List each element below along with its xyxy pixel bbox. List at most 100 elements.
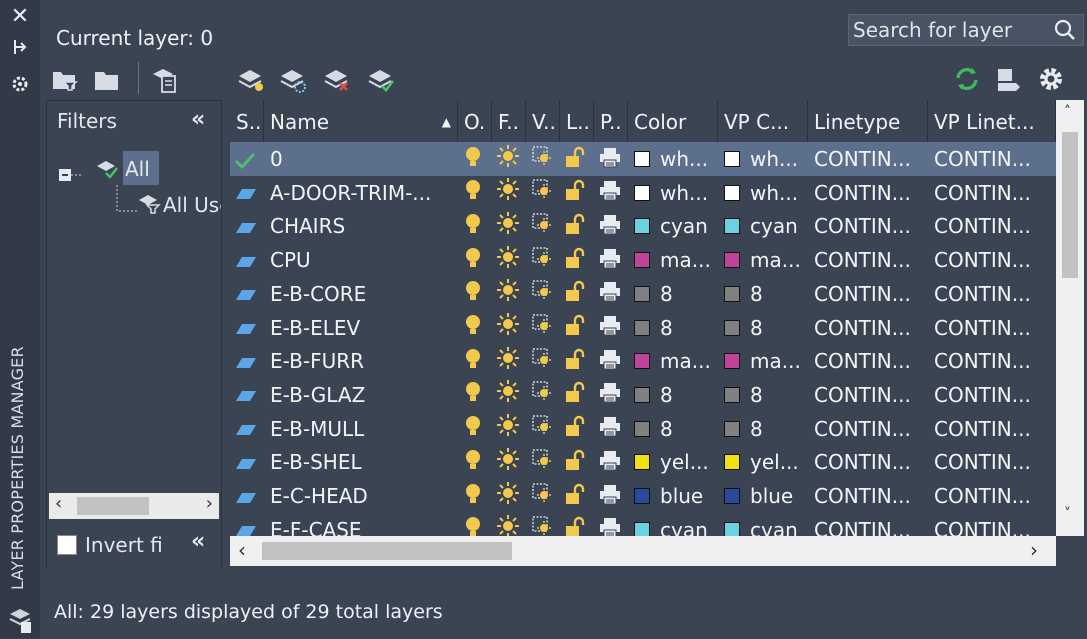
layer-freeze-toggle[interactable] [496, 311, 526, 345]
layer-vp-freeze-toggle[interactable] [530, 142, 560, 176]
layer-color[interactable]: wh... [634, 142, 718, 176]
set-current-icon[interactable] [366, 64, 396, 94]
layer-color[interactable]: cyan [634, 209, 718, 243]
layer-vp-freeze-toggle[interactable] [530, 445, 560, 479]
layer-linetype[interactable]: CONTIN... [814, 176, 928, 210]
layer-name[interactable]: 0 [270, 142, 456, 176]
layer-row[interactable]: E-B-CORE 8 8 CONTIN... CONTIN... [230, 277, 1056, 311]
new-layer-vp-frozen-icon[interactable] [278, 64, 308, 94]
layer-vp-color[interactable]: wh... [724, 176, 808, 210]
layer-freeze-toggle[interactable] [496, 412, 526, 446]
layer-linetype[interactable]: CONTIN... [814, 277, 928, 311]
col-vp-freeze[interactable]: V.. [526, 100, 560, 142]
layer-on-toggle[interactable] [464, 209, 494, 243]
layer-freeze-toggle[interactable] [496, 445, 526, 479]
layer-freeze-toggle[interactable] [496, 176, 526, 210]
layer-color[interactable]: ma... [634, 344, 718, 378]
layer-row[interactable]: CHAIRS cyan cyan CONTIN... CONTIN... [230, 209, 1056, 243]
layer-lock-toggle[interactable] [564, 412, 594, 446]
layer-name[interactable]: E-B-FURR [270, 344, 456, 378]
layer-color[interactable]: wh... [634, 176, 718, 210]
layer-name[interactable]: E-B-GLAZ [270, 378, 456, 412]
layer-row[interactable]: E-B-SHEL yel... yel... CONTIN... CONTIN... [230, 445, 1056, 479]
layer-on-toggle[interactable] [464, 243, 494, 277]
layer-vp-freeze-toggle[interactable] [530, 344, 560, 378]
layer-lock-toggle[interactable] [564, 176, 594, 210]
layer-row[interactable]: E-C-HEAD blue blue CONTIN... CONTIN... [230, 479, 1056, 513]
layer-lock-toggle[interactable] [564, 378, 594, 412]
layer-name[interactable]: E-C-HEAD [270, 479, 456, 513]
layer-plot-toggle[interactable] [598, 412, 628, 446]
col-vp-color[interactable]: VP C... [718, 100, 808, 142]
layers-horizontal-scrollbar[interactable]: ‹ › [230, 536, 1056, 566]
layer-row[interactable]: E-B-GLAZ 8 8 CONTIN... CONTIN... [230, 378, 1056, 412]
col-vp-linetype[interactable]: VP Linet... [928, 100, 1056, 142]
layer-row[interactable]: 0 wh... wh... CONTIN... CONTIN... [230, 142, 1056, 176]
layer-on-toggle[interactable] [464, 277, 494, 311]
layer-freeze-toggle[interactable] [496, 344, 526, 378]
search-input[interactable]: Search for layer [848, 14, 1084, 46]
layer-color[interactable]: ma... [634, 243, 718, 277]
layer-vp-linetype[interactable]: CONTIN... [934, 412, 1054, 446]
layer-color[interactable]: blue [634, 479, 718, 513]
tree-item-all[interactable]: All [123, 151, 159, 185]
layer-linetype[interactable]: CONTIN... [814, 243, 928, 277]
invert-filter-checkbox[interactable] [57, 535, 77, 555]
layer-lock-toggle[interactable] [564, 142, 594, 176]
layer-name[interactable]: E-B-MULL [270, 412, 456, 446]
layer-plot-toggle[interactable] [598, 243, 628, 277]
layer-vp-color[interactable]: yel... [724, 445, 808, 479]
vertical-scroll-thumb[interactable] [1062, 132, 1078, 278]
layer-on-toggle[interactable] [464, 311, 494, 345]
scroll-up-icon[interactable]: ˄ [1064, 104, 1071, 120]
layer-name[interactable]: CHAIRS [270, 209, 456, 243]
col-freeze[interactable]: F.. [492, 100, 526, 142]
col-plot[interactable]: P.. [594, 100, 628, 142]
grid-scroll-left-icon[interactable]: ‹ [238, 538, 246, 562]
layer-color[interactable]: 8 [634, 412, 718, 446]
layer-name[interactable]: E-B-ELEV [270, 311, 456, 345]
layer-row[interactable]: E-B-ELEV 8 8 CONTIN... CONTIN... [230, 311, 1056, 345]
layer-vp-linetype[interactable]: CONTIN... [934, 479, 1054, 513]
layer-plot-toggle[interactable] [598, 142, 628, 176]
layer-vp-linetype[interactable]: CONTIN... [934, 277, 1054, 311]
layer-lock-toggle[interactable] [564, 479, 594, 513]
layer-freeze-toggle[interactable] [496, 479, 526, 513]
layer-lock-toggle[interactable] [564, 445, 594, 479]
new-layer-icon[interactable] [236, 64, 266, 94]
layer-vp-color[interactable]: 8 [724, 412, 808, 446]
layer-vp-linetype[interactable]: CONTIN... [934, 445, 1054, 479]
layer-color[interactable]: 8 [634, 311, 718, 345]
scroll-thumb[interactable] [77, 497, 149, 515]
grid-scroll-right-icon[interactable]: › [1030, 538, 1038, 562]
layer-lock-toggle[interactable] [564, 344, 594, 378]
layer-name[interactable]: E-B-SHEL [270, 445, 456, 479]
refresh-icon[interactable] [952, 64, 982, 94]
horizontal-scroll-thumb[interactable] [262, 542, 512, 560]
layer-on-toggle[interactable] [464, 479, 494, 513]
layer-color[interactable]: yel... [634, 445, 718, 479]
filters-horizontal-scrollbar[interactable]: ‹ › [49, 493, 219, 519]
layer-on-toggle[interactable] [464, 142, 494, 176]
col-name[interactable]: Name ▲ [264, 100, 458, 142]
scroll-right-icon[interactable]: › [206, 493, 213, 514]
layer-vp-color[interactable]: 8 [724, 311, 808, 345]
layer-vp-linetype[interactable]: CONTIN... [934, 243, 1054, 277]
layer-vp-color[interactable]: 8 [724, 277, 808, 311]
col-linetype[interactable]: Linetype [808, 100, 928, 142]
properties-icon[interactable] [0, 74, 40, 99]
layer-vp-freeze-toggle[interactable] [530, 176, 560, 210]
layer-lock-toggle[interactable] [564, 311, 594, 345]
layer-freeze-toggle[interactable] [496, 277, 526, 311]
layer-row[interactable]: E-B-MULL 8 8 CONTIN... CONTIN... [230, 412, 1056, 446]
layer-vp-color[interactable]: 8 [724, 378, 808, 412]
tree-item-all-used[interactable]: All Use [161, 187, 221, 221]
layer-plot-toggle[interactable] [598, 209, 628, 243]
layer-freeze-toggle[interactable] [496, 378, 526, 412]
layer-linetype[interactable]: CONTIN... [814, 378, 928, 412]
layer-linetype[interactable]: CONTIN... [814, 209, 928, 243]
close-icon[interactable]: ✕ [0, 4, 40, 29]
layer-lock-toggle[interactable] [564, 277, 594, 311]
layer-color[interactable]: 8 [634, 277, 718, 311]
layer-vp-freeze-toggle[interactable] [530, 412, 560, 446]
